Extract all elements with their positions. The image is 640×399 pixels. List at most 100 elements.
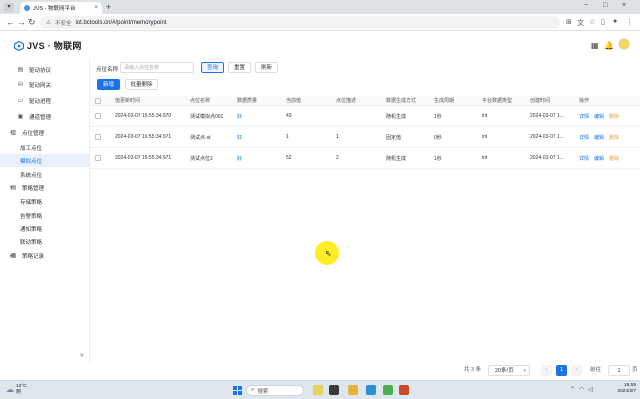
chevron-down-icon: ▾ bbox=[523, 368, 526, 374]
row-checkbox[interactable] bbox=[95, 155, 101, 161]
refresh-button[interactable]: 刷新 bbox=[255, 62, 278, 73]
chevron-up-icon[interactable]: ⌃ bbox=[570, 386, 575, 393]
main-content: 点位名称 查询 重置 刷新 新增 批量删除 值更新时间 点位名称 数据质量 当前… bbox=[90, 58, 640, 363]
data-type-cell: int bbox=[482, 113, 488, 119]
sidebar-item-system-point[interactable]: 系统点位 bbox=[0, 168, 90, 181]
new-tab-button[interactable]: + bbox=[106, 2, 111, 12]
sidebar-item-processed-point[interactable]: 加工点位 bbox=[0, 141, 90, 154]
close-window-button[interactable]: × bbox=[622, 2, 626, 9]
sidebar-group-strategy-record[interactable]: ▸ ▦ 策略记录 bbox=[0, 249, 90, 262]
delete-link[interactable]: 删除 bbox=[609, 113, 619, 120]
sidebar-item-driver-gateway[interactable]: ⛁ 驱动网关 bbox=[0, 78, 90, 91]
value-cell: 52 bbox=[286, 155, 292, 161]
process-icon: ▭ bbox=[17, 98, 24, 104]
table-header: 值更新时间 点位名称 数据质量 当前值 点位描述 数据生成方式 生成周期 平台数… bbox=[90, 96, 640, 106]
recorder-app-icon[interactable] bbox=[399, 385, 409, 395]
task-view-icon[interactable] bbox=[329, 385, 339, 395]
row-checkbox[interactable] bbox=[95, 134, 101, 140]
forward-icon[interactable]: → bbox=[17, 17, 26, 27]
side-panel-icon[interactable]: ▯ bbox=[601, 18, 605, 26]
browser-tab[interactable]: JVS - 物联网平台 × bbox=[20, 2, 102, 14]
sidebar-item-driver-process[interactable]: ▭ 驱动进程 bbox=[0, 94, 90, 107]
mouse-pointer-icon: ⇖ bbox=[325, 249, 332, 258]
url-text[interactable]: iot.bctools.cn/#/point/memorypoint bbox=[75, 20, 166, 26]
table-row: 2024-03-07 16:55:34.971 测试点位2 好 52 2 随机生… bbox=[90, 148, 640, 169]
sidebar-item-simulated-point[interactable]: 模拟点位 bbox=[0, 154, 90, 167]
translate-icon[interactable]: 文 bbox=[577, 18, 584, 28]
close-tab-icon[interactable]: × bbox=[94, 5, 98, 11]
reset-button[interactable]: 重置 bbox=[228, 62, 251, 73]
prev-page-icon[interactable]: ‹ bbox=[541, 365, 552, 376]
not-secure-icon[interactable]: ⚠ bbox=[46, 20, 51, 26]
gen-mode-cell: 随机生成 bbox=[386, 113, 407, 120]
edit-link[interactable]: 编辑 bbox=[594, 134, 604, 141]
volume-icon[interactable]: ◁ bbox=[588, 386, 593, 393]
edit-link[interactable]: 编辑 bbox=[594, 155, 604, 162]
maximize-button[interactable]: □ bbox=[603, 2, 607, 9]
notification-bell-icon[interactable]: 🔔 bbox=[604, 41, 614, 50]
created-time-cell: 2024-03-07 1… bbox=[530, 113, 565, 119]
quality-cell: 好 bbox=[237, 113, 243, 120]
widgets-app-icon[interactable] bbox=[313, 385, 323, 395]
bookmark-star-icon[interactable]: ☆ bbox=[589, 18, 595, 26]
taskbar-search[interactable]: ⌕ 搜索 bbox=[246, 385, 304, 396]
page-number-current[interactable]: 1 bbox=[556, 365, 567, 376]
sidebar-item-channel[interactable]: ▣ 通道管理 bbox=[0, 110, 90, 123]
select-all-checkbox[interactable] bbox=[95, 97, 101, 104]
next-page-icon[interactable]: › bbox=[571, 365, 582, 376]
profile-icon[interactable]: ● bbox=[613, 18, 617, 25]
batch-delete-button[interactable]: 批量删除 bbox=[125, 79, 158, 90]
sidebar-item-alarm-strategy[interactable]: 告警策略 bbox=[0, 209, 90, 222]
detail-link[interactable]: 详情 bbox=[579, 113, 589, 120]
column-header: 点位名称 bbox=[190, 98, 211, 104]
page-size-value: 20条/页 bbox=[495, 368, 514, 374]
column-header: 值更新时间 bbox=[115, 98, 141, 104]
sidebar-item-linkage-strategy[interactable]: 联动策略 bbox=[0, 235, 90, 248]
reload-icon[interactable]: ↻ bbox=[28, 17, 36, 28]
point-name-input[interactable] bbox=[120, 62, 194, 73]
browser-menu-icon[interactable]: ⋮ bbox=[626, 18, 633, 26]
install-icon[interactable]: ⊞ bbox=[566, 18, 572, 26]
sidebar-item-driver-protocol[interactable]: ▤ 驱动协议 bbox=[0, 63, 90, 76]
apps-grid-icon[interactable]: ▦ bbox=[591, 41, 599, 50]
address-bar[interactable]: ⚠ 不安全 iot.bctools.cn/#/point/memorypoint bbox=[40, 16, 560, 29]
add-button[interactable]: 新增 bbox=[97, 79, 120, 90]
sidebar-item-storage-strategy[interactable]: 存储策略 bbox=[0, 195, 90, 208]
search-icon: ⌕ bbox=[251, 387, 255, 393]
chevron-right-icon: ▸ bbox=[10, 252, 13, 259]
sidebar-item-label: 存储策略 bbox=[20, 199, 43, 206]
cloud-icon: ☁ bbox=[6, 385, 14, 394]
row-checkbox[interactable] bbox=[95, 113, 101, 119]
sidebar-group-point[interactable]: ▾ ▥ 点位管理 bbox=[0, 126, 90, 139]
minimize-button[interactable]: − bbox=[584, 2, 588, 9]
detail-link[interactable]: 详情 bbox=[579, 155, 589, 162]
user-avatar[interactable] bbox=[618, 38, 630, 50]
sidebar-item-label: 通知策略 bbox=[20, 226, 43, 233]
sidebar-collapse-icon[interactable]: « bbox=[80, 352, 84, 359]
clock[interactable]: 16:55 2024/3/7 bbox=[617, 383, 636, 395]
logo-text: JVS · 物联网 bbox=[27, 41, 82, 51]
delete-link[interactable]: 删除 bbox=[609, 155, 619, 162]
goto-page-input[interactable]: 1 bbox=[608, 365, 630, 376]
weather-widget[interactable]: ☁ 12°C 阴 bbox=[6, 384, 27, 395]
page-size-select[interactable]: 20条/页 ▾ bbox=[488, 365, 530, 376]
browser-toolbar: ← → ↻ ⚠ 不安全 iot.bctools.cn/#/point/memor… bbox=[0, 14, 640, 31]
tab-list-button[interactable]: ▾ bbox=[4, 3, 14, 12]
sidebar-item-notify-strategy[interactable]: 通知策略 bbox=[0, 222, 90, 235]
desc-cell: 1 bbox=[336, 134, 339, 140]
edit-link[interactable]: 编辑 bbox=[594, 113, 604, 120]
query-button[interactable]: 查询 bbox=[201, 62, 224, 73]
data-type-cell: int bbox=[482, 134, 488, 140]
edge-browser-icon[interactable] bbox=[366, 385, 376, 395]
wifi-icon[interactable]: ◠ bbox=[579, 386, 584, 393]
chrome-browser-icon[interactable] bbox=[383, 385, 393, 395]
windows-start-icon[interactable] bbox=[233, 386, 242, 395]
sidebar-group-strategy[interactable]: ▾ ▤ 策略管理 bbox=[0, 181, 90, 194]
detail-link[interactable]: 详情 bbox=[579, 134, 589, 141]
delete-link[interactable]: 删除 bbox=[609, 134, 619, 141]
back-icon[interactable]: ← bbox=[6, 17, 15, 27]
sidebar-item-label: 模拟点位 bbox=[20, 158, 43, 165]
file-explorer-icon[interactable] bbox=[348, 385, 358, 395]
created-time-cell: 2024-03-07 1… bbox=[530, 155, 565, 161]
table-row: 2024-03-07 16:55:34.970 测试模拟点001 好 43 随机… bbox=[90, 106, 640, 127]
